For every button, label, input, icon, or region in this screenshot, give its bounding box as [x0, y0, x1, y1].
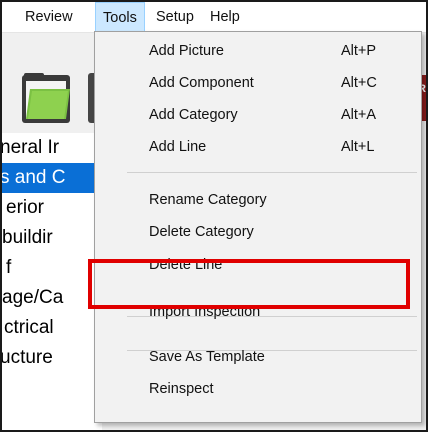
menu-item-add-line[interactable]: Add Line Alt+L [95, 132, 421, 162]
menu-item-reinspect[interactable]: Reinspect [95, 374, 421, 404]
menu-item-save-as-template[interactable]: Save As Template [95, 342, 421, 372]
menu-item-import-inspection[interactable]: Import Inspection [95, 297, 421, 327]
menu-help[interactable]: Help [203, 2, 247, 32]
folder-icon[interactable] [20, 69, 72, 125]
menu-item-add-component[interactable]: Add Component Alt+C [95, 68, 421, 98]
tools-menu: Add Picture Alt+P Add Component Alt+C Ad… [94, 31, 422, 423]
menu-review[interactable]: Review [18, 2, 80, 32]
menu-item-delete-line[interactable]: Delete Line [95, 250, 421, 280]
menu-item-rename-category[interactable]: Rename Category [95, 185, 421, 215]
menu-separator [127, 172, 417, 173]
app-window: Review Tools Setup Help R neral Ir s and… [0, 0, 428, 432]
menu-setup[interactable]: Setup [149, 2, 201, 32]
menu-bar: Review Tools Setup Help [2, 2, 426, 33]
menu-item-add-picture[interactable]: Add Picture Alt+P [95, 36, 421, 66]
category-list: neral Ir s and C erior buildir f age/Ca … [2, 133, 102, 430]
category-item-selected[interactable]: s and C [2, 163, 102, 193]
menu-item-delete-category[interactable]: Delete Category [95, 217, 421, 247]
menu-item-add-category[interactable]: Add Category Alt+A [95, 100, 421, 130]
menu-tools[interactable]: Tools [95, 2, 145, 32]
